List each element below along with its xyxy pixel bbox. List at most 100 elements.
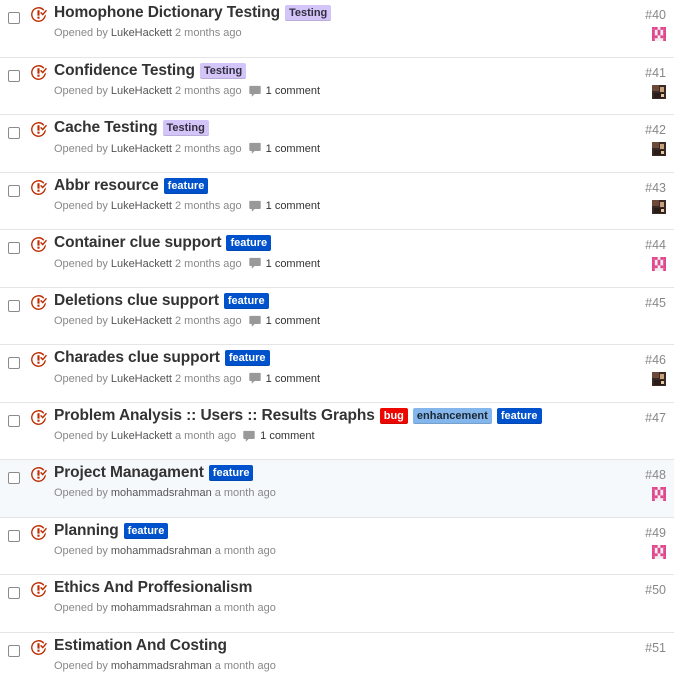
opened-time: 2 months ago (174, 372, 242, 385)
issue-title-link[interactable]: Container clue support (54, 234, 222, 252)
author-link[interactable]: LukeHackett (111, 430, 172, 442)
author-link[interactable]: mohammadsrahman (111, 545, 212, 557)
comments-link[interactable]: 1 comment (248, 200, 320, 213)
issue-number: #42 (645, 123, 666, 137)
issue-row[interactable]: Deletions clue support feature Opened by… (0, 287, 674, 345)
issue-row[interactable]: Homophone Dictionary Testing Testing Ope… (0, 0, 674, 58)
issue-row[interactable]: Project Managament feature Opened by moh… (0, 460, 674, 518)
comment-icon (248, 257, 261, 269)
issue-row[interactable]: Container clue support feature Opened by… (0, 230, 674, 288)
label-feature[interactable]: feature (208, 465, 254, 481)
closed-issue-icon (30, 409, 47, 426)
issue-title-link[interactable]: Planning (54, 522, 119, 540)
issue-title-link[interactable]: Project Managament (54, 464, 204, 482)
label-feature[interactable]: feature (226, 235, 272, 251)
label-feature[interactable]: feature (163, 177, 209, 194)
issue-row[interactable]: Cache Testing Testing Opened by LukeHack… (0, 115, 674, 173)
author-link[interactable]: LukeHackett (111, 85, 172, 97)
comment-count: 1 comment (265, 372, 321, 385)
label-feature[interactable]: feature (223, 292, 269, 309)
issue-title-link[interactable]: Ethics And Proffesionalism (54, 579, 252, 597)
comments-link[interactable]: 1 comment (242, 430, 315, 443)
issue-meta: Opened by mohammadsrahman a month ago (54, 545, 276, 557)
issue-title-link[interactable]: Charades clue support (54, 349, 220, 367)
label-feature[interactable]: feature (224, 350, 270, 366)
issue-row[interactable]: Ethics And Proffesionalism Opened by moh… (0, 575, 674, 633)
author-link[interactable]: mohammadsrahman (111, 660, 212, 672)
comments-link[interactable]: 1 comment (248, 142, 320, 155)
author-link[interactable]: LukeHackett (111, 200, 172, 212)
closed-issue-icon (30, 6, 47, 23)
issue-number: #51 (645, 640, 666, 655)
select-issue-checkbox[interactable] (8, 184, 20, 197)
closed-issue-icon (30, 581, 47, 598)
issue-title-line: Deletions clue support feature (54, 292, 594, 310)
issue-number: #40 (645, 8, 666, 22)
issue-row[interactable]: Problem Analysis :: Users :: Results Gra… (0, 402, 674, 460)
author-link[interactable]: mohammadsrahman (111, 602, 212, 614)
user-photo-avatar[interactable] (652, 372, 666, 386)
select-issue-checkbox[interactable] (8, 127, 20, 139)
author-link[interactable]: LukeHackett (111, 373, 172, 385)
select-issue-checkbox[interactable] (8, 472, 20, 484)
issue-title-link[interactable]: Deletions clue support (54, 292, 219, 310)
select-issue-checkbox[interactable] (8, 12, 20, 24)
issue-number: #41 (645, 65, 666, 80)
issue-row[interactable]: Abbr resource feature Opened by LukeHack… (0, 172, 674, 230)
identicon-avatar[interactable] (652, 487, 666, 501)
label-enhancement[interactable]: enhancement (412, 407, 492, 424)
issue-row[interactable]: Estimation And Costing Opened by mohamma… (0, 632, 674, 673)
opened-time: 2 months ago (174, 315, 242, 327)
select-issue-checkbox[interactable] (8, 242, 20, 254)
comments-link[interactable]: 1 comment (248, 372, 320, 385)
identicon-avatar[interactable] (652, 27, 666, 41)
select-issue-checkbox[interactable] (8, 69, 20, 82)
issue-title-line: Homophone Dictionary Testing Testing (54, 4, 594, 22)
issue-title-link[interactable]: Estimation And Costing (54, 637, 227, 655)
issue-title-link[interactable]: Homophone Dictionary Testing (54, 4, 280, 22)
select-issue-checkbox[interactable] (8, 299, 20, 312)
user-photo-avatar[interactable] (652, 199, 666, 214)
author-link[interactable]: LukeHackett (111, 27, 172, 39)
comments-link[interactable]: 1 comment (248, 315, 320, 328)
comment-icon (243, 430, 255, 442)
issue-title-link[interactable]: Confidence Testing (54, 62, 195, 80)
author-link[interactable]: LukeHackett (111, 258, 172, 270)
issue-title-link[interactable]: Problem Analysis :: Users :: Results Gra… (54, 407, 375, 425)
label-feature[interactable]: feature (496, 407, 542, 424)
user-photo-avatar[interactable] (652, 142, 666, 156)
identicon-avatar[interactable] (652, 544, 666, 559)
select-issue-checkbox[interactable] (8, 414, 20, 427)
comments-link[interactable]: 1 comment (248, 257, 320, 270)
select-issue-checkbox[interactable] (8, 587, 20, 599)
label-bug[interactable]: bug (379, 407, 408, 424)
opened-time: a month ago (214, 602, 276, 614)
issue-title-line: Planning feature (54, 522, 594, 540)
comment-count: 1 comment (265, 200, 321, 212)
issue-title-line: Project Managament feature (54, 464, 594, 482)
label-testing[interactable]: Testing (284, 5, 332, 21)
select-issue-checkbox[interactable] (8, 644, 20, 657)
issue-meta: Opened by LukeHackett 2 months ago 1 com… (54, 200, 320, 213)
label-testing[interactable]: Testing (199, 62, 247, 79)
issue-row[interactable]: Charades clue support feature Opened by … (0, 345, 674, 403)
author-link[interactable]: mohammadsrahman (111, 487, 212, 499)
select-issue-checkbox[interactable] (8, 357, 20, 369)
opened-time: 2 months ago (174, 27, 242, 39)
issue-meta: Opened by LukeHackett 2 months ago 1 com… (54, 315, 320, 328)
select-issue-checkbox[interactable] (8, 529, 20, 542)
issue-row[interactable]: Planning feature Opened by mohammadsrahm… (0, 517, 674, 575)
opened-by-text: Opened by (54, 315, 108, 327)
identicon-avatar[interactable] (652, 257, 666, 271)
issue-row[interactable]: Confidence Testing Testing Opened by Luk… (0, 57, 674, 115)
issue-title-link[interactable]: Cache Testing (54, 119, 158, 137)
user-photo-avatar[interactable] (652, 84, 666, 99)
author-link[interactable]: LukeHackett (111, 143, 172, 155)
opened-by-text: Opened by (54, 430, 108, 442)
closed-issue-icon (30, 294, 47, 311)
comments-link[interactable]: 1 comment (248, 85, 320, 98)
issue-title-link[interactable]: Abbr resource (54, 177, 159, 195)
label-testing[interactable]: Testing (162, 120, 209, 136)
label-feature[interactable]: feature (123, 522, 169, 539)
author-link[interactable]: LukeHackett (111, 315, 172, 327)
